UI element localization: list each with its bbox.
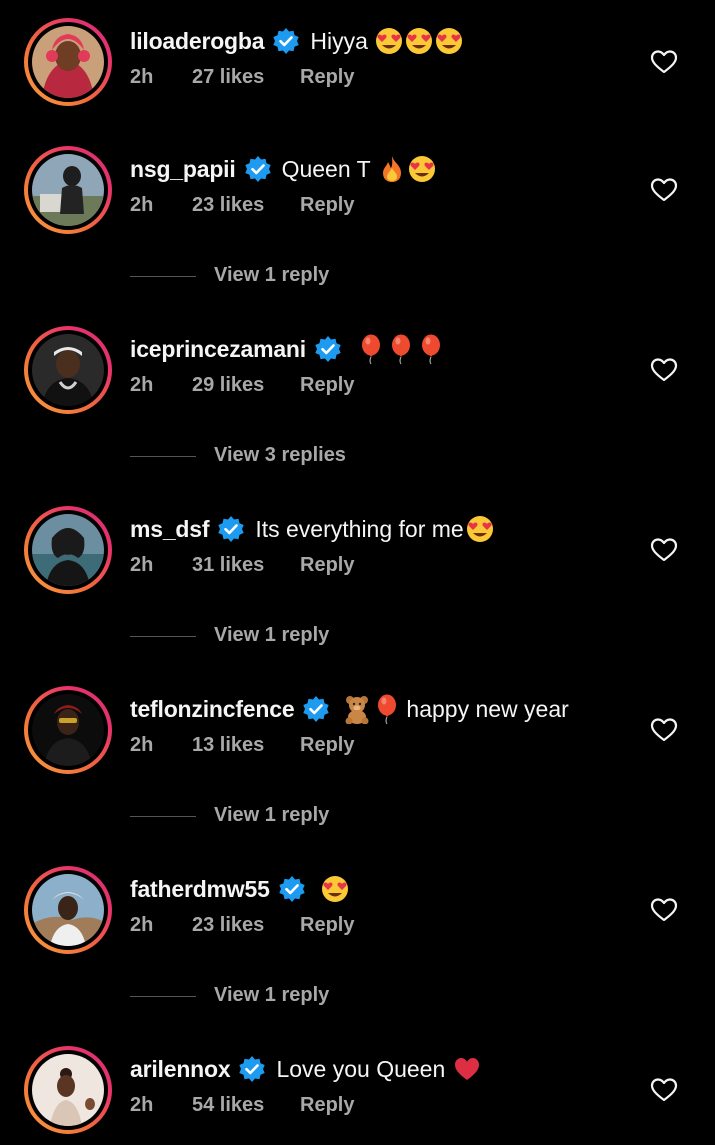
comment-text: Queen T bbox=[281, 155, 371, 182]
verified-badge-icon bbox=[278, 875, 306, 903]
view-replies-button[interactable]: View 3 replies bbox=[130, 442, 530, 472]
like-heart-icon[interactable] bbox=[650, 536, 678, 564]
avatar[interactable] bbox=[24, 866, 112, 954]
comment-item: iceprincezamani 2h 29 likes Reply bbox=[0, 312, 715, 422]
comment-username[interactable]: nsg_papii bbox=[130, 156, 236, 183]
like-heart-icon[interactable] bbox=[650, 176, 678, 204]
balloon-emoji-icon bbox=[372, 693, 402, 725]
heart-eyes-emoji-icon bbox=[465, 514, 495, 544]
reply-button[interactable]: Reply bbox=[300, 1094, 354, 1117]
balloon-emoji-icon bbox=[386, 333, 416, 365]
comment-time: 2h bbox=[130, 914, 154, 936]
reply-button[interactable]: Reply bbox=[300, 194, 354, 217]
view-replies-button[interactable]: View 1 reply bbox=[130, 622, 530, 652]
heart-eyes-emoji-icon bbox=[374, 26, 404, 56]
like-heart-icon[interactable] bbox=[650, 896, 678, 924]
comment-username[interactable]: fatherdmw55 bbox=[130, 876, 270, 903]
balloon-emoji-icon bbox=[356, 333, 386, 365]
reply-button[interactable]: Reply bbox=[300, 734, 354, 757]
comment-text: Love you Queen bbox=[276, 1055, 446, 1082]
comment-likes[interactable]: 13 likes bbox=[192, 734, 264, 757]
view-replies-button[interactable]: View 1 reply bbox=[130, 982, 530, 1012]
reply-button[interactable]: Reply bbox=[300, 66, 354, 89]
view-replies-button[interactable]: View 1 reply bbox=[130, 802, 530, 832]
comment-likes[interactable]: 31 likes bbox=[192, 554, 264, 577]
view-replies-button[interactable]: View 1 reply bbox=[130, 262, 530, 292]
comment-likes[interactable]: 29 likes bbox=[192, 374, 264, 397]
comment-time: 2h bbox=[130, 734, 154, 756]
heart-eyes-emoji-icon bbox=[407, 154, 437, 184]
red-heart-emoji-icon bbox=[453, 1055, 481, 1083]
comment-time: 2h bbox=[130, 194, 154, 216]
reply-button[interactable]: Reply bbox=[300, 914, 354, 937]
avatar[interactable] bbox=[24, 18, 112, 106]
comment-likes[interactable]: 54 likes bbox=[192, 1094, 264, 1117]
comment-time: 2h bbox=[130, 66, 154, 88]
verified-badge-icon bbox=[302, 695, 330, 723]
view-replies-label[interactable]: View 3 replies bbox=[214, 444, 346, 467]
reply-divider bbox=[130, 996, 196, 997]
avatar[interactable] bbox=[24, 1046, 112, 1134]
avatar[interactable] bbox=[24, 146, 112, 234]
fire-emoji-icon bbox=[379, 154, 405, 184]
view-replies-label[interactable]: View 1 reply bbox=[214, 264, 329, 287]
comment-text: Its everything for me bbox=[255, 515, 464, 542]
comment-username[interactable]: iceprincezamani bbox=[130, 336, 306, 363]
like-heart-icon[interactable] bbox=[650, 1076, 678, 1104]
like-heart-icon[interactable] bbox=[650, 356, 678, 384]
comment-likes[interactable]: 27 likes bbox=[192, 66, 264, 89]
comment-username[interactable]: arilennox bbox=[130, 1056, 231, 1083]
view-replies-label[interactable]: View 1 reply bbox=[214, 624, 329, 647]
comment-text: happy new year bbox=[406, 695, 569, 722]
verified-badge-icon bbox=[217, 515, 245, 543]
reply-button[interactable]: Reply bbox=[300, 374, 354, 397]
like-heart-icon[interactable] bbox=[650, 716, 678, 744]
comment-likes[interactable]: 23 likes bbox=[192, 914, 264, 937]
verified-badge-icon bbox=[272, 27, 300, 55]
teddy-bear-emoji-icon bbox=[342, 694, 372, 724]
comment-item: fatherdmw55 2h 23 likes Reply bbox=[0, 852, 715, 962]
avatar[interactable] bbox=[24, 686, 112, 774]
view-replies-label[interactable]: View 1 reply bbox=[214, 804, 329, 827]
verified-badge-icon bbox=[238, 1055, 266, 1083]
comment-item: arilennox Love you Queen 2h 54 likes Rep… bbox=[0, 1032, 715, 1142]
comment-likes[interactable]: 23 likes bbox=[192, 194, 264, 217]
avatar[interactable] bbox=[24, 506, 112, 594]
view-replies-label[interactable]: View 1 reply bbox=[214, 984, 329, 1007]
comment-item: teflonzincfence happy new year 2h 13 lik… bbox=[0, 672, 715, 782]
reply-button[interactable]: Reply bbox=[300, 554, 354, 577]
comment-time: 2h bbox=[130, 374, 154, 396]
reply-divider bbox=[130, 456, 196, 457]
comment-text: Hiyya bbox=[310, 27, 368, 54]
heart-eyes-emoji-icon bbox=[320, 874, 350, 904]
avatar[interactable] bbox=[24, 326, 112, 414]
like-heart-icon[interactable] bbox=[650, 48, 678, 76]
heart-eyes-emoji-icon bbox=[404, 26, 434, 56]
comment-item: liloaderogba Hiyya 2h 27 likes Reply bbox=[0, 4, 715, 114]
heart-eyes-emoji-icon bbox=[434, 26, 464, 56]
reply-divider bbox=[130, 636, 196, 637]
reply-divider bbox=[130, 816, 196, 817]
balloon-emoji-icon bbox=[416, 333, 446, 365]
comment-username[interactable]: ms_dsf bbox=[130, 516, 210, 543]
reply-divider bbox=[130, 276, 196, 277]
comment-time: 2h bbox=[130, 554, 154, 576]
comment-item: ms_dsf Its everything for me 2h 31 likes… bbox=[0, 492, 715, 602]
comment-username[interactable]: teflonzincfence bbox=[130, 696, 295, 723]
comment-username[interactable]: liloaderogba bbox=[130, 28, 265, 55]
verified-badge-icon bbox=[244, 155, 272, 183]
comment-time: 2h bbox=[130, 1094, 154, 1116]
comment-item: nsg_papii Queen T 2h 23 likes Reply bbox=[0, 132, 715, 242]
verified-badge-icon bbox=[314, 335, 342, 363]
